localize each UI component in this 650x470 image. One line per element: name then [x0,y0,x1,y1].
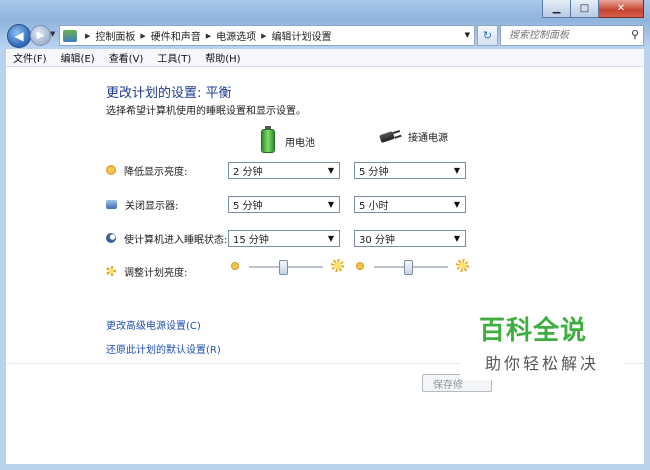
address-dropdown-icon[interactable]: ▼ [465,31,470,39]
chevron-right-icon[interactable]: ▶ [140,32,145,40]
select-value: 2 分钟 [233,167,263,178]
slider-thumb[interactable] [278,260,288,275]
search-box[interactable]: ⚲ [500,25,644,46]
dim-display-label: 降低显示亮度: [124,166,188,178]
dropdown-arrow-icon: ▼ [327,200,334,209]
advanced-power-settings-link[interactable]: 更改高级电源设置(C) [106,317,201,332]
refresh-icon: ↻ [482,29,493,42]
refresh-button[interactable]: ↻ [477,25,498,46]
close-button[interactable]: ✕ [599,0,644,18]
sleep-plugged-select[interactable]: 30 分钟 ▼ [354,230,466,247]
dropdown-arrow-icon: ▼ [327,234,334,243]
page-title: 更改计划的设置: 平衡 [106,86,232,101]
select-value: 5 分钟 [233,201,263,212]
explorer-window: ▁ □ ✕ ◀ ▶ ▼ ▶ 控制面板 ▶ 硬件和声音 ▶ 电源选项 ▶ 编辑计划… [0,0,650,470]
brightness-label: 调整计划亮度: [124,267,188,279]
menu-file[interactable]: 文件(F) [6,50,54,65]
turn-off-display-row: 关闭显示器: [106,194,178,214]
sleep-row: 使计算机进入睡眠状态: [106,228,227,248]
main-content: 更改计划的设置: 平衡 选择希望计算机使用的睡眠设置和显示设置。 用电池 接通电… [6,67,644,464]
search-icon[interactable]: ⚲ [631,28,639,41]
breadcrumb-control-panel[interactable]: 控制面板 [95,28,135,43]
maximize-button[interactable]: □ [571,0,599,18]
navigation-bar: ◀ ▶ ▼ ▶ 控制面板 ▶ 硬件和声音 ▶ 电源选项 ▶ 编辑计划设置 ▼ ↻… [0,22,650,48]
breadcrumb-edit-plan[interactable]: 编辑计划设置 [272,28,332,43]
battery-icon [261,126,275,153]
select-value: 30 分钟 [359,235,395,246]
select-value: 15 分钟 [233,235,269,246]
watermark-subtitle: 助你轻松解决 [485,354,600,373]
control-panel-icon [63,29,77,42]
battery-column-label: 用电池 [285,137,315,149]
dropdown-arrow-icon: ▼ [327,166,334,175]
brightness-plugged-slider[interactable] [356,257,594,277]
sleep-moon-icon [106,233,116,243]
address-bar[interactable]: ▶ 控制面板 ▶ 硬件和声音 ▶ 电源选项 ▶ 编辑计划设置 ▼ [59,25,475,46]
sleep-battery-select[interactable]: 15 分钟 ▼ [228,230,340,247]
select-value: 5 小时 [359,201,389,212]
brightness-row: 调整计划亮度: [106,261,187,281]
watermark-logo: 百科全说 助你轻松解决 [460,300,625,380]
page-subtitle: 选择希望计算机使用的睡眠设置和显示设置。 [106,106,306,117]
turn-off-display-battery-select[interactable]: 5 分钟 ▼ [228,196,340,213]
menu-help[interactable]: 帮助(H) [198,50,247,65]
dim-display-battery-select[interactable]: 2 分钟 ▼ [228,162,340,179]
minimize-button[interactable]: ▁ [542,0,571,18]
turn-off-display-label: 关闭显示器: [125,200,179,212]
plugged-column-label: 接通电源 [408,133,448,144]
dropdown-arrow-icon: ▼ [453,200,460,209]
forward-button[interactable]: ▶ [30,25,51,46]
menu-tools[interactable]: 工具(T) [150,50,198,65]
monitor-icon [106,199,117,209]
menu-edit[interactable]: 编辑(E) [54,50,102,65]
restore-defaults-link[interactable]: 还原此计划的默认设置(R) [106,341,221,356]
dim-brightness-icon [106,165,116,175]
menu-bar: 文件(F) 编辑(E) 查看(V) 工具(T) 帮助(H) [6,49,644,67]
watermark-title: 百科全说 [479,316,588,346]
dim-sun-icon [231,262,239,270]
battery-column-header: 用电池 [261,126,315,153]
arrow-left-icon: ◀ [14,29,24,43]
recent-pages-dropdown-icon[interactable]: ▼ [50,30,55,38]
dropdown-arrow-icon: ▼ [453,166,460,175]
turn-off-display-plugged-select[interactable]: 5 小时 ▼ [354,196,466,213]
chevron-right-icon[interactable]: ▶ [261,32,266,40]
select-value: 5 分钟 [359,167,389,178]
caption-buttons: ▁ □ ✕ [542,0,644,18]
power-plug-icon [376,130,400,144]
breadcrumb-power-options[interactable]: 电源选项 [216,28,256,43]
chevron-right-icon[interactable]: ▶ [206,32,211,40]
bright-sun-icon [331,259,344,272]
chevron-right-icon[interactable]: ▶ [85,32,90,40]
breadcrumb-hardware-sound[interactable]: 硬件和声音 [151,28,201,43]
plugged-column-header: 接通电源 [376,129,448,144]
menu-view[interactable]: 查看(V) [102,50,151,65]
brightness-icon [106,266,116,276]
sleep-label: 使计算机进入睡眠状态: [124,234,228,246]
bright-sun-icon [456,259,469,272]
dim-display-row: 降低显示亮度: [106,160,187,180]
dropdown-arrow-icon: ▼ [453,234,460,243]
back-button[interactable]: ◀ [7,24,31,48]
dim-sun-icon [356,262,364,270]
slider-thumb[interactable] [403,260,413,275]
dim-display-plugged-select[interactable]: 5 分钟 ▼ [354,162,466,179]
arrow-right-icon: ▶ [36,30,45,41]
search-input[interactable] [507,29,629,42]
